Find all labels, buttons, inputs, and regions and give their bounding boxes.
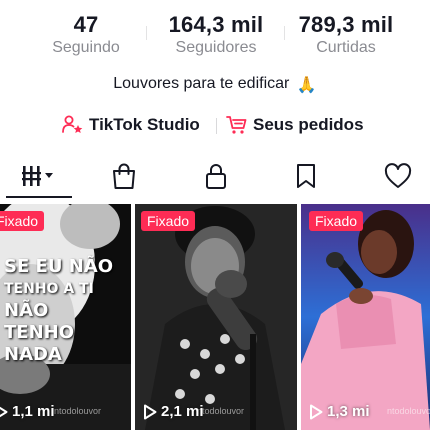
overlay-line: TENHO <box>4 322 75 343</box>
view-count: 2,1 mi <box>143 403 204 420</box>
overlay-line: TENHO A TI <box>4 281 94 297</box>
tab-shop[interactable] <box>94 156 154 196</box>
pinned-badge: Fixado <box>309 211 364 231</box>
bio-emoji: 🙏 <box>296 77 317 94</box>
likes-count: 789,3 mil <box>298 12 394 37</box>
view-count: 1,3 mi <box>309 403 370 420</box>
likes-stat[interactable]: 789,3 mil Curtidas <box>290 12 402 58</box>
profile-stats: 47 Seguindo 164,3 mil Seguidores 789,3 m… <box>0 12 430 62</box>
creator-star-icon <box>62 115 83 133</box>
active-tab-indicator <box>6 196 72 198</box>
lock-icon <box>206 164 226 189</box>
video-tile[interactable]: Fixado ntodolouvor 1,3 mi <box>301 204 430 430</box>
tiktok-studio-link[interactable]: TikTok Studio <box>62 112 200 138</box>
watermark: ntodolouvor <box>387 406 430 416</box>
view-count-label: 1,1 mi <box>12 403 55 420</box>
following-stat[interactable]: 47 Seguindo <box>38 12 134 58</box>
watermark: ntodolouvor <box>197 406 245 416</box>
profile-bio: Louvores para te edificar 🙏 <box>0 73 430 97</box>
chevron-down-icon <box>45 173 53 178</box>
video-tile[interactable]: Fixado SE EU NÃO TENHO A TI NÃO TENHO NA… <box>0 204 131 430</box>
tab-videos[interactable] <box>8 156 68 196</box>
stat-divider <box>284 26 285 40</box>
video-grid: Fixado SE EU NÃO TENHO A TI NÃO TENHO NA… <box>0 204 430 430</box>
video-tile[interactable]: Fixado ntodolouvor 2,1 mi <box>135 204 297 430</box>
shopping-bag-icon <box>113 163 135 189</box>
overlay-line: SE EU NÃO <box>4 256 114 277</box>
tab-saved[interactable] <box>276 156 336 196</box>
video-thumbnail <box>301 204 430 430</box>
followers-count: 164,3 mil <box>168 12 264 37</box>
bio-text: Louvores para te edificar <box>113 75 290 92</box>
play-icon <box>0 406 8 417</box>
stat-divider <box>146 26 147 40</box>
links-divider <box>216 118 217 134</box>
followers-label: Seguidores <box>175 39 257 56</box>
overlay-line: NÃO <box>4 300 49 321</box>
grid-icon <box>22 166 53 186</box>
pinned-badge: Fixado <box>0 211 45 231</box>
orders-link[interactable]: Seus pedidos <box>226 112 364 138</box>
play-icon <box>310 404 323 419</box>
play-icon <box>144 404 157 419</box>
watermark: ntodolouvor <box>54 406 102 416</box>
view-count-label: 1,3 mi <box>327 403 370 420</box>
profile-links: TikTok Studio Seus pedidos <box>0 112 430 140</box>
overlay-line: NADA <box>4 344 62 365</box>
following-count: 47 <box>73 12 99 37</box>
profile-tabs <box>0 156 430 200</box>
view-count-label: 2,1 mi <box>161 403 204 420</box>
tab-private[interactable] <box>186 156 246 196</box>
video-thumbnail <box>135 204 297 430</box>
orders-label: Seus pedidos <box>253 115 364 134</box>
video-overlay-text: SE EU NÃO TENHO A TI NÃO TENHO NADA <box>4 256 128 366</box>
bookmark-icon <box>297 164 315 188</box>
tiktok-studio-label: TikTok Studio <box>89 115 200 134</box>
heart-icon <box>384 163 412 188</box>
following-label: Seguindo <box>52 39 120 56</box>
pinned-badge: Fixado <box>141 211 196 231</box>
followers-stat[interactable]: 164,3 mil Seguidores <box>158 12 274 58</box>
tab-liked[interactable] <box>368 156 428 196</box>
view-count: 1,1 mi <box>0 403 55 420</box>
likes-label: Curtidas <box>316 39 376 56</box>
shopping-cart-icon <box>226 116 247 134</box>
